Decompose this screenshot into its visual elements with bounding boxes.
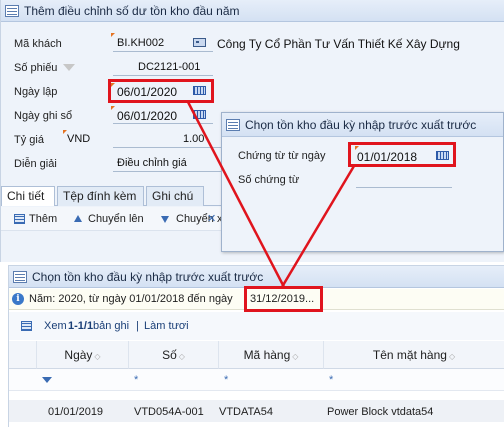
connector-line [186,101,286,288]
highlight-connectors [186,101,356,288]
connector-line [280,165,356,288]
